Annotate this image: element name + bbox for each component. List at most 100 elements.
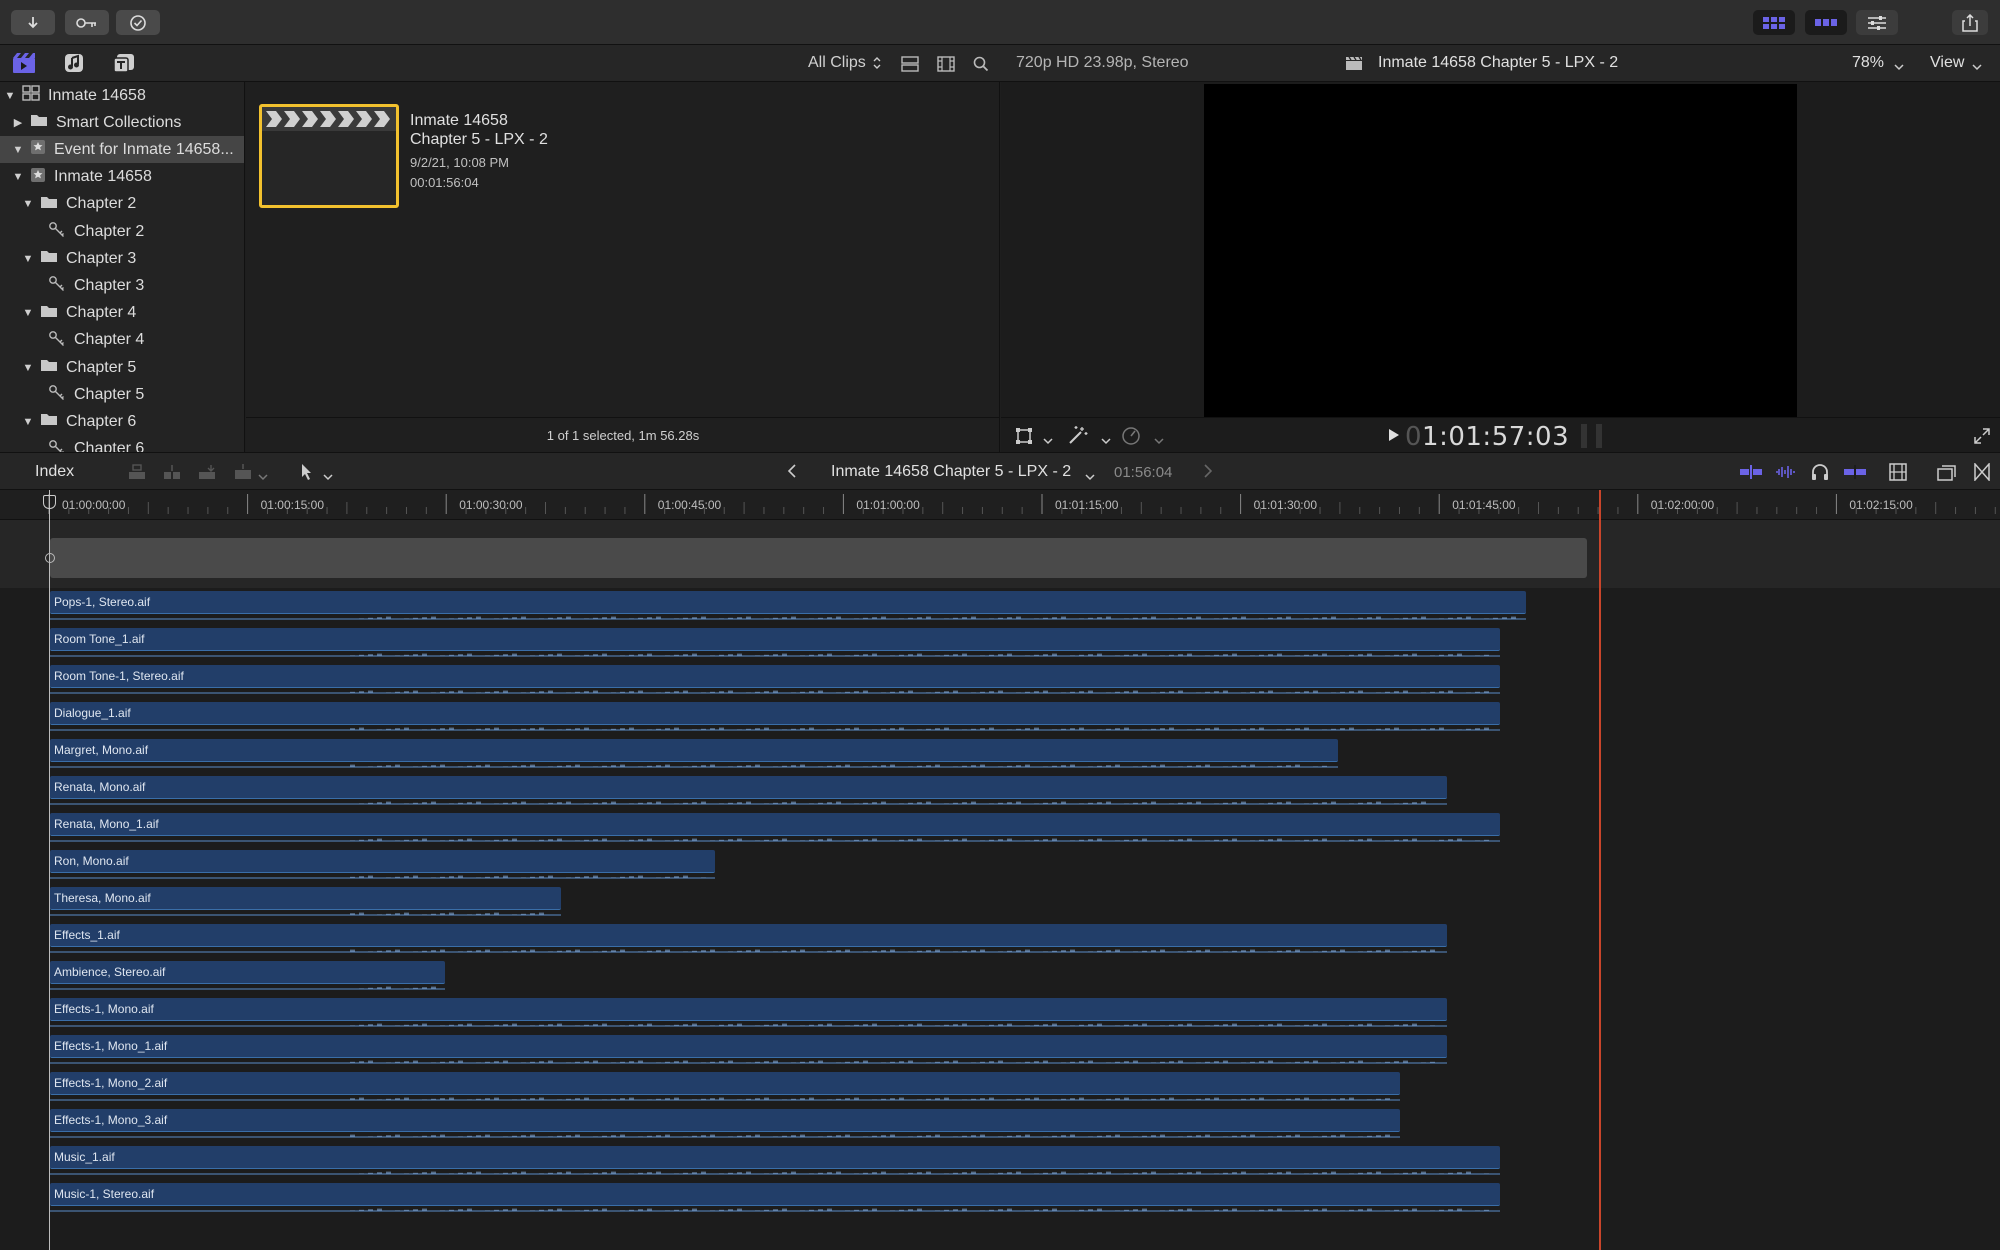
- disclosure-open-icon[interactable]: ▼: [4, 90, 16, 102]
- timecode-display[interactable]: 01:01:57:03: [1405, 422, 1569, 452]
- fullscreen-icon[interactable]: [1973, 427, 1991, 450]
- sliders-icon: [1868, 15, 1886, 30]
- disclosure-open-icon[interactable]: ▼: [22, 307, 34, 319]
- disclosure-open-icon[interactable]: ▼: [22, 416, 34, 428]
- sidebar-item-label: Inmate 14658: [48, 86, 146, 104]
- sidebar-item[interactable]: ▼ Event for Inmate 14658...: [0, 136, 244, 164]
- browser-toggle-button[interactable]: [1753, 10, 1795, 35]
- ruler-tick-label: 01:00:15:00: [261, 498, 325, 512]
- audio-clip[interactable]: Music_1.aif: [50, 1146, 1500, 1175]
- solo-headphones-icon[interactable]: [1810, 463, 1830, 486]
- timeline-project-title[interactable]: Inmate 14658 Chapter 5 - LPX - 2: [831, 463, 1071, 481]
- chevron-down-icon[interactable]: [1972, 58, 1982, 76]
- audio-clip[interactable]: Pops-1, Stereo.aif: [50, 591, 1526, 620]
- audio-clip[interactable]: Theresa, Mono.aif: [50, 887, 561, 916]
- sidebar-item[interactable]: Chapter 4: [0, 327, 244, 354]
- timeline-ruler[interactable]: 01:00:00:00 01:00:15:00 01:00:30:00 01:00:4…: [0, 490, 2000, 520]
- audio-clip[interactable]: Music-1, Stereo.aif: [50, 1183, 1500, 1212]
- audio-clip[interactable]: Effects-1, Mono_3.aif: [50, 1109, 1400, 1138]
- audio-clip[interactable]: Dialogue_1.aif: [50, 702, 1500, 731]
- timeline-index-button[interactable]: Index: [35, 463, 74, 481]
- clip-appearance-icon[interactable]: [901, 56, 919, 77]
- snapping-icon[interactable]: [1844, 465, 1866, 484]
- audio-clip[interactable]: Effects-1, Mono.aif: [50, 998, 1447, 1027]
- audio-clip[interactable]: Ambience, Stereo.aif: [50, 961, 445, 990]
- disclosure-open-icon[interactable]: ▼: [12, 171, 24, 183]
- disclosure-open-icon[interactable]: ▼: [22, 362, 34, 374]
- audio-meter-left: [1581, 424, 1587, 448]
- chevron-down-icon[interactable]: [1101, 432, 1111, 450]
- sidebar-item[interactable]: ▼ Chapter 2: [0, 191, 244, 218]
- transitions-icon[interactable]: [1974, 462, 1990, 486]
- chevron-down-icon[interactable]: [1894, 58, 1904, 76]
- primary-storyline-gap-clip[interactable]: [50, 538, 1587, 578]
- libraries-sidebar: ▼ Inmate 14658 ▶ Smart Collections ▼ Event fo…: [0, 82, 245, 452]
- disclosure-open-icon[interactable]: ▼: [22, 198, 34, 210]
- history-back-icon[interactable]: [787, 464, 797, 483]
- share-button[interactable]: [1952, 10, 1988, 35]
- ruler-tick-label: 01:00:00:00: [62, 498, 126, 512]
- search-icon[interactable]: [973, 56, 989, 77]
- timeline-index-toggle-icon[interactable]: [1937, 463, 1957, 486]
- import-button[interactable]: [11, 10, 55, 35]
- ruler-tick-label: 01:02:15:00: [1849, 498, 1913, 512]
- sidebar-item[interactable]: ▼ Chapter 6: [0, 408, 244, 435]
- sidebar-item[interactable]: ▼ Chapter 5: [0, 354, 244, 381]
- audio-clip[interactable]: Renata, Mono.aif: [50, 776, 1447, 805]
- chevron-down-icon[interactable]: [323, 468, 333, 486]
- select-tool-icon[interactable]: [300, 463, 314, 486]
- disclosure-open-icon[interactable]: ▼: [22, 253, 34, 265]
- libraries-icon[interactable]: [12, 52, 36, 79]
- updown-chevron-icon[interactable]: [872, 55, 882, 76]
- playhead[interactable]: [43, 490, 56, 1250]
- zoom-dropdown[interactable]: 78%: [1852, 54, 1884, 72]
- skimming-icon[interactable]: [1740, 465, 1762, 484]
- ruler-tick-label: 01:02:00:00: [1651, 498, 1715, 512]
- audio-clip[interactable]: Effects-1, Mono_1.aif: [50, 1035, 1447, 1064]
- disclosure-closed-icon[interactable]: ▶: [12, 116, 24, 129]
- audio-clip[interactable]: Ron, Mono.aif: [50, 850, 715, 879]
- background-tasks-button[interactable]: [116, 10, 160, 35]
- disclosure-open-icon[interactable]: ▼: [12, 144, 24, 156]
- keyword-icon: [48, 275, 66, 296]
- inspector-toggle-button[interactable]: [1856, 10, 1898, 35]
- sidebar-item[interactable]: ▼ Inmate 14658: [0, 164, 244, 191]
- clip-thumbnail[interactable]: [259, 104, 399, 208]
- view-menu[interactable]: View: [1930, 54, 1964, 72]
- sidebar-item[interactable]: Chapter 3: [0, 272, 244, 299]
- clip-filter-dropdown[interactable]: All Clips: [808, 54, 866, 72]
- sidebar-item[interactable]: Chapter 6: [0, 436, 244, 452]
- sidebar-item[interactable]: Chapter 5: [0, 381, 244, 408]
- play-icon[interactable]: [1388, 428, 1400, 447]
- viewer-format-label: 720p HD 23.98p, Stereo: [1016, 54, 1189, 71]
- audio-clip[interactable]: Room Tone-1, Stereo.aif: [50, 665, 1500, 694]
- retime-speed-icon[interactable]: [1121, 426, 1141, 451]
- sidebar-item[interactable]: ▼ Chapter 4: [0, 300, 244, 327]
- chevron-down-icon[interactable]: [1085, 468, 1095, 486]
- audio-clip[interactable]: Effects-1, Mono_2.aif: [50, 1072, 1400, 1101]
- audio-clip[interactable]: Renata, Mono_1.aif: [50, 813, 1500, 842]
- audio-waveform: [50, 644, 1500, 657]
- audio-clip[interactable]: Margret, Mono.aif: [50, 739, 1338, 768]
- audio-clip[interactable]: Effects_1.aif: [50, 924, 1447, 953]
- sidebar-item[interactable]: Chapter 2: [0, 218, 244, 245]
- audio-skimming-icon[interactable]: [1775, 464, 1797, 485]
- filmstrip-icon[interactable]: [937, 56, 955, 77]
- grid-icon: [1763, 16, 1785, 29]
- clip-appearance-icon[interactable]: [1889, 463, 1907, 486]
- sidebar-item[interactable]: ▼ Inmate 14658: [0, 82, 244, 109]
- video-canvas[interactable]: [1204, 84, 1797, 417]
- audio-clip[interactable]: Room Tone_1.aif: [50, 628, 1500, 657]
- sidebar-item[interactable]: ▶ Smart Collections: [0, 109, 244, 136]
- sidebar-item[interactable]: ▼ Chapter 3: [0, 245, 244, 272]
- transform-icon[interactable]: [1015, 427, 1033, 450]
- photos-audio-icon[interactable]: [62, 52, 86, 79]
- timeline-body[interactable]: Pops-1, Stereo.aif Room Tone_1.aif Room To…: [0, 520, 2000, 1250]
- playhead-handle-icon[interactable]: [43, 495, 56, 509]
- keyword-icon: [48, 221, 66, 242]
- timeline-toggle-button[interactable]: [1805, 10, 1847, 35]
- titles-generators-icon[interactable]: [112, 52, 136, 79]
- enhance-wand-icon[interactable]: [1067, 425, 1089, 450]
- keyword-button[interactable]: [65, 10, 109, 35]
- chevron-down-icon[interactable]: [1043, 432, 1053, 450]
